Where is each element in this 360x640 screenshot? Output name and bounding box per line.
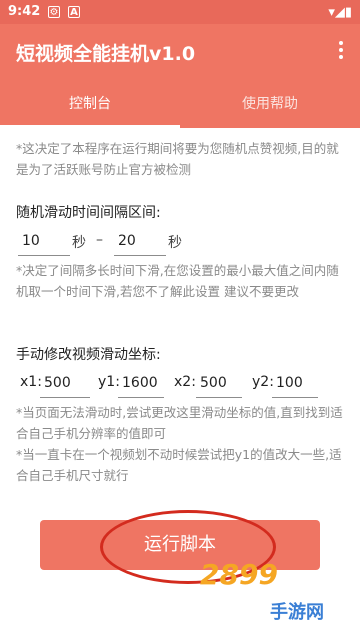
more-options-icon[interactable] — [334, 38, 348, 66]
tab-help[interactable]: 使用帮助 — [180, 80, 360, 128]
x2-label: x2: — [174, 374, 196, 390]
hint-like: *这决定了本程序在运行期间将要为您随机点赞视频,目的就是为了活跃账号防止官方被检… — [16, 141, 339, 177]
x2-input[interactable]: 500 — [196, 370, 242, 398]
x1-label: x1: — [20, 374, 42, 390]
hint-coord-2: *当一直卡在一个视频划不动时候尝试把y1的值改大一些,适合自己手机尺寸就行 — [16, 447, 342, 483]
coord-label: 手动修改视频滑动坐标: — [16, 347, 161, 363]
status-time: 9:42 — [8, 4, 41, 19]
interval-label: 随机滑动时间间隔区间: — [16, 205, 161, 221]
app-bar: 短视频全能挂机v1.0 — [0, 24, 360, 80]
y2-label: y2: — [252, 374, 274, 390]
interval-dash: – — [96, 232, 103, 248]
interval-max-unit: 秒 — [168, 235, 182, 251]
watermark-logo-text: 2899 — [200, 558, 278, 591]
y1-label: y1: — [98, 374, 120, 390]
interval-min-unit: 秒 — [72, 235, 86, 251]
signal-battery-icon: ▾◢▮ — [328, 5, 352, 20]
y2-input[interactable]: 100 — [272, 370, 318, 398]
hint-coord-1: *当页面无法滑动时,尝试更改这里滑动坐标的值,直到找到适合自己手机分辨率的值即可 — [16, 405, 343, 441]
y1-input[interactable]: 1600 — [118, 370, 164, 398]
x1-input[interactable]: 500 — [40, 370, 90, 398]
app-title: 短视频全能挂机v1.0 — [16, 43, 196, 65]
tab-bar: 控制台 使用帮助 — [0, 80, 360, 128]
status-bar: 9:42 ⚙ A ▾◢▮ — [0, 0, 360, 24]
console-panel: *这决定了本程序在运行期间将要为您随机点赞视频,目的就是为了活跃账号防止官方被检… — [0, 128, 360, 640]
a-icon: A — [68, 6, 80, 18]
settings-icon: ⚙ — [48, 6, 60, 18]
tab-console[interactable]: 控制台 — [0, 80, 180, 128]
watermark-logo: 2899 手游网 phpcms — [200, 558, 350, 628]
interval-max-input[interactable]: 20 — [114, 228, 166, 256]
watermark-sub: 手游网 — [270, 602, 324, 623]
hint-interval: *决定了间隔多长时间下滑,在您设置的最小最大值之间内随机取一个时间下滑,若您不了… — [16, 263, 339, 299]
interval-min-input[interactable]: 10 — [18, 228, 70, 256]
